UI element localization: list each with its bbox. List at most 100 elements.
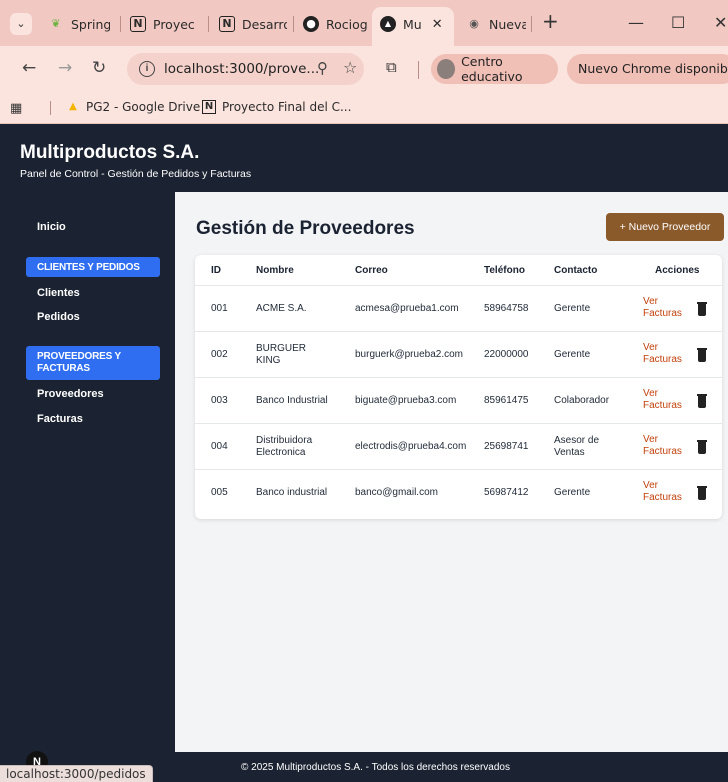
trash-icon[interactable] — [697, 486, 707, 500]
avatar — [437, 59, 456, 79]
notion-icon: N — [130, 16, 146, 32]
url-text: localhost:3000/prove... — [164, 61, 320, 77]
notion-icon: N — [219, 16, 235, 32]
cell-correo: biguate@prueba3.com — [355, 395, 457, 406]
bookmark-proyecto-final[interactable]: N Proyecto Final del C... — [202, 100, 351, 114]
toolbar-divider — [418, 61, 419, 79]
tab-search-dropdown-icon[interactable]: ⌄ — [10, 13, 32, 35]
sidebar-group-proveedores-facturas[interactable]: PROVEEDORES Y FACTURAS — [26, 346, 160, 380]
cell-contacto: Colaborador — [554, 395, 610, 406]
tab-divider — [120, 16, 121, 32]
page-title: Gestión de Proveedores — [196, 218, 415, 239]
ver-facturas-link[interactable]: Ver Facturas — [643, 388, 683, 412]
bookmark-star-icon[interactable]: ☆ — [343, 58, 357, 77]
tab-spring[interactable]: ❦ Spring — [48, 11, 110, 37]
cell-nombre: Distribuidora Electronica — [256, 435, 313, 458]
table-row: 001 ACME S.A. acmesa@prueba1.com 5896475… — [195, 285, 722, 331]
spring-leaf-icon: ❦ — [51, 17, 61, 30]
new-supplier-button[interactable]: + Nuevo Proveedor — [606, 213, 724, 241]
main-content: Gestión de Proveedores + Nuevo Proveedor… — [175, 192, 728, 752]
sidebar-item-proveedores[interactable]: Proveedores — [37, 388, 104, 400]
trash-icon[interactable] — [697, 394, 707, 408]
bookmark-pg2[interactable]: ▲ PG2 - Google Drive — [66, 100, 200, 114]
cell-contacto: Gerente — [554, 487, 591, 498]
trash-icon[interactable] — [697, 348, 707, 362]
column-header-telefono: Teléfono — [484, 265, 525, 276]
column-header-id: ID — [211, 265, 221, 276]
address-bar[interactable]: i localhost:3000/prove... ⚲ ☆ — [127, 53, 364, 85]
close-tab-icon[interactable]: ✕ — [432, 17, 443, 32]
tab-label: Nueva — [489, 16, 526, 32]
tab-github[interactable]: ● Rociog — [303, 11, 367, 37]
ver-facturas-link[interactable]: Ver Facturas — [643, 434, 683, 458]
cell-nombre: Banco industrial — [256, 487, 328, 498]
cell-nombre: BURGUER KING — [256, 343, 307, 366]
app-subtitle: Panel de Control - Gestión de Pedidos y … — [20, 168, 252, 180]
tab-label: Mu — [403, 16, 422, 32]
app-title: Multiproductos S.A. — [20, 142, 200, 163]
update-label: Nuevo Chrome disponible — [578, 61, 728, 76]
extensions-icon[interactable]: ⧉ — [386, 58, 404, 76]
table-row: 005 Banco industrial banco@gmail.com 569… — [195, 469, 722, 515]
tab-label: Proyec — [153, 16, 195, 32]
browser-tab-bar: ⌄ ❦ Spring N Proyec N Desarro ● Rociog ▲… — [0, 0, 728, 46]
column-header-contacto: Contacto — [554, 265, 598, 276]
back-icon[interactable]: ← — [22, 58, 36, 78]
table-row: 003 Banco Industrial biguate@prueba3.com… — [195, 377, 722, 423]
tab-label: Spring — [71, 16, 110, 32]
cell-correo: banco@gmail.com — [355, 487, 438, 498]
status-bar-url: localhost:3000/pedidos — [0, 765, 153, 782]
sidebar-item-facturas[interactable]: Facturas — [37, 413, 83, 425]
site-info-icon[interactable]: i — [139, 61, 155, 77]
cell-id: 001 — [211, 303, 228, 314]
app-icon: ▲ — [380, 16, 396, 32]
column-header-correo: Correo — [355, 265, 388, 276]
chrome-update-button[interactable]: Nuevo Chrome disponible — [567, 54, 728, 84]
zoom-icon[interactable]: ⚲ — [317, 59, 328, 77]
profile-button[interactable]: Centro educativo — [431, 54, 558, 84]
bookmark-label: Proyecto Final del C... — [222, 100, 352, 114]
cell-id: 003 — [211, 395, 228, 406]
column-header-nombre: Nombre — [256, 265, 294, 276]
cell-nombre: Banco Industrial — [256, 395, 328, 406]
tab-nueva[interactable]: ◉ Nueva — [466, 11, 526, 37]
sidebar-group-clientes-pedidos[interactable]: CLIENTES Y PEDIDOS — [26, 257, 160, 277]
close-window-icon[interactable]: ✕ — [714, 13, 727, 32]
tab-divider — [293, 16, 294, 32]
table-row: 002 BURGUER KING burguerk@prueba2.com 22… — [195, 331, 722, 377]
minimize-icon[interactable]: — — [628, 13, 644, 32]
tab-proyec[interactable]: N Proyec — [130, 11, 202, 37]
cell-nombre: ACME S.A. — [256, 303, 307, 314]
sidebar-item-clientes[interactable]: Clientes — [37, 287, 80, 299]
tab-multiproductos[interactable]: ▲ Mu ✕ — [380, 11, 452, 37]
forward-icon[interactable]: → — [58, 58, 72, 78]
sidebar-item-inicio[interactable]: Inicio — [37, 221, 66, 233]
cell-telefono: 58964758 — [484, 303, 529, 314]
chrome-icon: ◉ — [469, 17, 479, 30]
ver-facturas-link[interactable]: Ver Facturas — [643, 480, 683, 504]
google-drive-icon: ▲ — [69, 101, 77, 112]
sidebar: Inicio CLIENTES Y PEDIDOS Clientes Pedid… — [0, 192, 175, 782]
table-row: 004 Distribuidora Electronica electrodis… — [195, 423, 722, 469]
profile-label: Centro educativo — [461, 54, 523, 84]
cell-telefono: 56987412 — [484, 487, 529, 498]
reload-icon[interactable]: ↻ — [92, 58, 106, 78]
apps-grid-icon[interactable]: ▦ — [10, 101, 22, 116]
trash-icon[interactable] — [697, 440, 707, 454]
app-header: Multiproductos S.A. Panel de Control - G… — [0, 124, 728, 192]
bookmark-label: PG2 - Google Drive — [86, 100, 201, 114]
cell-correo: acmesa@prueba1.com — [355, 303, 459, 314]
footer-text: © 2025 Multiproductos S.A. - Todos los d… — [241, 762, 510, 773]
bookmarks-divider — [50, 101, 51, 115]
trash-icon[interactable] — [697, 302, 707, 316]
ver-facturas-link[interactable]: Ver Facturas — [643, 342, 683, 366]
ver-facturas-link[interactable]: Ver Facturas — [643, 296, 683, 320]
cell-contacto: Gerente — [554, 349, 591, 360]
new-tab-icon[interactable]: + — [542, 9, 559, 33]
cell-telefono: 85961475 — [484, 395, 529, 406]
maximize-icon[interactable]: ☐ — [671, 13, 685, 32]
cell-contacto: Asesor de Ventas — [554, 435, 600, 458]
cell-correo: electrodis@prueba4.com — [355, 441, 467, 452]
sidebar-item-pedidos[interactable]: Pedidos — [37, 311, 80, 323]
tab-desarrollo[interactable]: N Desarro — [219, 11, 287, 37]
